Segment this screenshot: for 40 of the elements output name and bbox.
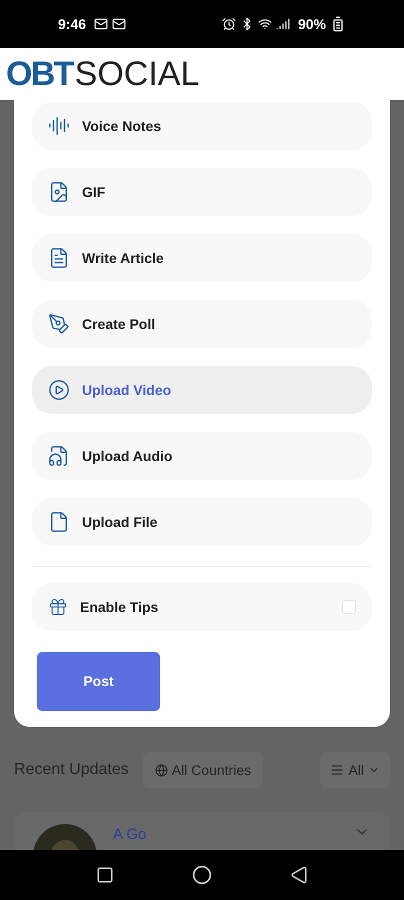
menu-item[interactable]: Upload Audio [32,432,372,480]
menu-label: Upload Audio [82,446,172,466]
sound-wave-icon [48,115,70,137]
logo-text: SOCIAL [74,57,200,91]
back-icon[interactable] [290,866,308,884]
gift-icon [48,597,68,617]
menu-item[interactable]: Create Poll [32,300,372,348]
menu-label: Upload Video [82,380,172,400]
status-time: 9:46 [58,14,86,34]
pen-icon [48,313,70,335]
play-icon [48,379,70,401]
post-button[interactable]: Post [37,652,160,711]
menu-label: Create Poll [82,314,156,334]
globe-icon [154,764,168,776]
menu-label: GIF [82,182,106,202]
home-icon[interactable] [192,865,212,885]
wifi-icon [258,17,272,31]
battery-percent: 90% [298,14,326,34]
menu-item[interactable]: Upload File [32,498,372,546]
tips-label: Enable Tips [80,598,160,617]
menu-icon [330,763,344,777]
menu-label: Write Article [82,248,164,268]
signal-icon [276,17,290,31]
section-title: Recent Updates [14,760,129,780]
image-file-icon [48,181,70,203]
menu-label: Upload File [82,512,158,532]
logo-text: OBT [6,57,73,91]
mail-icon [112,17,126,31]
recents-icon[interactable] [96,866,114,884]
document-icon [48,247,70,269]
menu-item[interactable]: Voice Notes [32,102,372,150]
menu-label: Voice Notes [82,116,162,136]
menu-item[interactable]: Upload Video [32,366,372,414]
menu-item[interactable]: GIF [32,168,372,216]
alarm-icon [222,17,236,31]
file-icon [48,511,70,533]
mail-icon [94,17,108,31]
audio-file-icon [48,445,70,467]
tips-checkbox[interactable] [342,600,356,614]
menu-item[interactable]: Write Article [32,234,372,282]
